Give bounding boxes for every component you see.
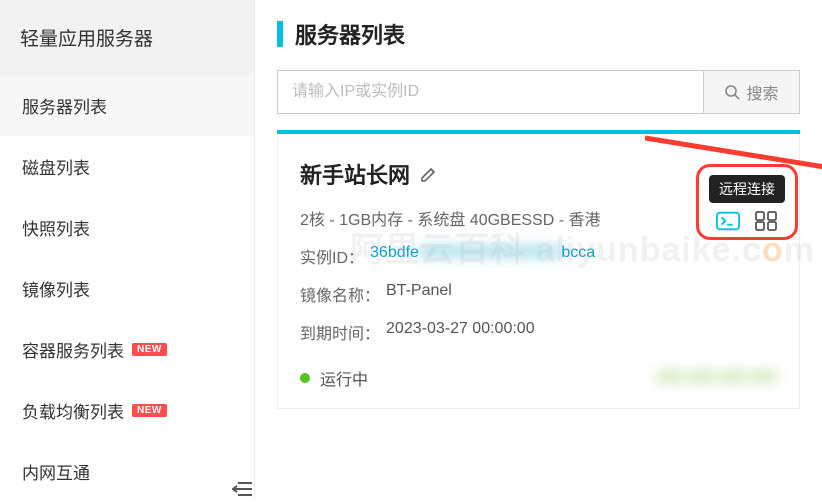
- search-button[interactable]: 搜索: [704, 70, 800, 114]
- sidebar-header: 轻量应用服务器: [0, 0, 254, 75]
- edit-icon[interactable]: [420, 165, 438, 183]
- sidebar-item-label: 负载均衡列表: [22, 398, 124, 423]
- image-name-row: 镜像名称： BT-Panel: [300, 282, 777, 306]
- title-accent: [277, 21, 283, 47]
- new-badge: NEW: [132, 404, 167, 417]
- search-row: 搜索: [277, 70, 800, 114]
- grid-icon[interactable]: [754, 211, 778, 231]
- sidebar-item-label: 容器服务列表: [22, 337, 124, 362]
- sidebar-item-label: 磁盘列表: [22, 154, 90, 179]
- status-text: 运行中: [320, 366, 368, 390]
- sidebar-item-label: 服务器列表: [22, 93, 107, 118]
- main-content: 服务器列表 搜索 新手站长网 2: [255, 0, 822, 500]
- expiry-label: 到期时间：: [300, 320, 380, 344]
- status-row: 运行中 000.000.000.000: [300, 366, 777, 390]
- sidebar-item-label: 镜像列表: [22, 276, 90, 301]
- sidebar-item-images[interactable]: 镜像列表: [0, 258, 254, 319]
- instance-id-row: 实例ID： 36bdfe0000000000000000bcca: [300, 244, 777, 268]
- instance-id-label: 实例ID：: [300, 244, 364, 268]
- expiry-row: 到期时间： 2023-03-27 00:00:00: [300, 320, 777, 344]
- sidebar-item-disks[interactable]: 磁盘列表: [0, 136, 254, 197]
- image-name-label: 镜像名称：: [300, 282, 380, 306]
- search-input[interactable]: [277, 70, 704, 114]
- page-title-bar: 服务器列表: [255, 0, 822, 64]
- ip-blurred: 000.000.000.000: [657, 369, 777, 387]
- search-icon: [724, 84, 740, 100]
- status-dot-icon: [300, 373, 310, 383]
- terminal-icon[interactable]: [716, 211, 740, 231]
- remote-connect-annotation: 远程连接: [696, 164, 798, 240]
- new-badge: NEW: [132, 343, 167, 356]
- sidebar-item-loadbalancers[interactable]: 负载均衡列表 NEW: [0, 380, 254, 441]
- sidebar-item-label: 内网互通: [22, 459, 90, 484]
- instance-id-value: 36bdfe0000000000000000bcca: [370, 244, 595, 268]
- sidebar-item-containers[interactable]: 容器服务列表 NEW: [0, 319, 254, 380]
- sidebar-collapse-icon[interactable]: [232, 480, 256, 500]
- server-name: 新手站长网: [300, 158, 410, 190]
- sidebar-item-servers[interactable]: 服务器列表: [0, 75, 254, 136]
- remote-connect-tooltip: 远程连接: [709, 175, 785, 203]
- expiry-value: 2023-03-27 00:00:00: [386, 320, 535, 344]
- search-button-label: 搜索: [746, 80, 778, 104]
- sidebar: 轻量应用服务器 服务器列表 磁盘列表 快照列表 镜像列表 容器服务列表 NEW 负…: [0, 0, 255, 500]
- sidebar-item-label: 快照列表: [22, 215, 90, 240]
- image-name-value: BT-Panel: [386, 282, 452, 306]
- sidebar-item-intranet[interactable]: 内网互通: [0, 441, 254, 502]
- page-title: 服务器列表: [295, 18, 405, 50]
- sidebar-item-snapshots[interactable]: 快照列表: [0, 197, 254, 258]
